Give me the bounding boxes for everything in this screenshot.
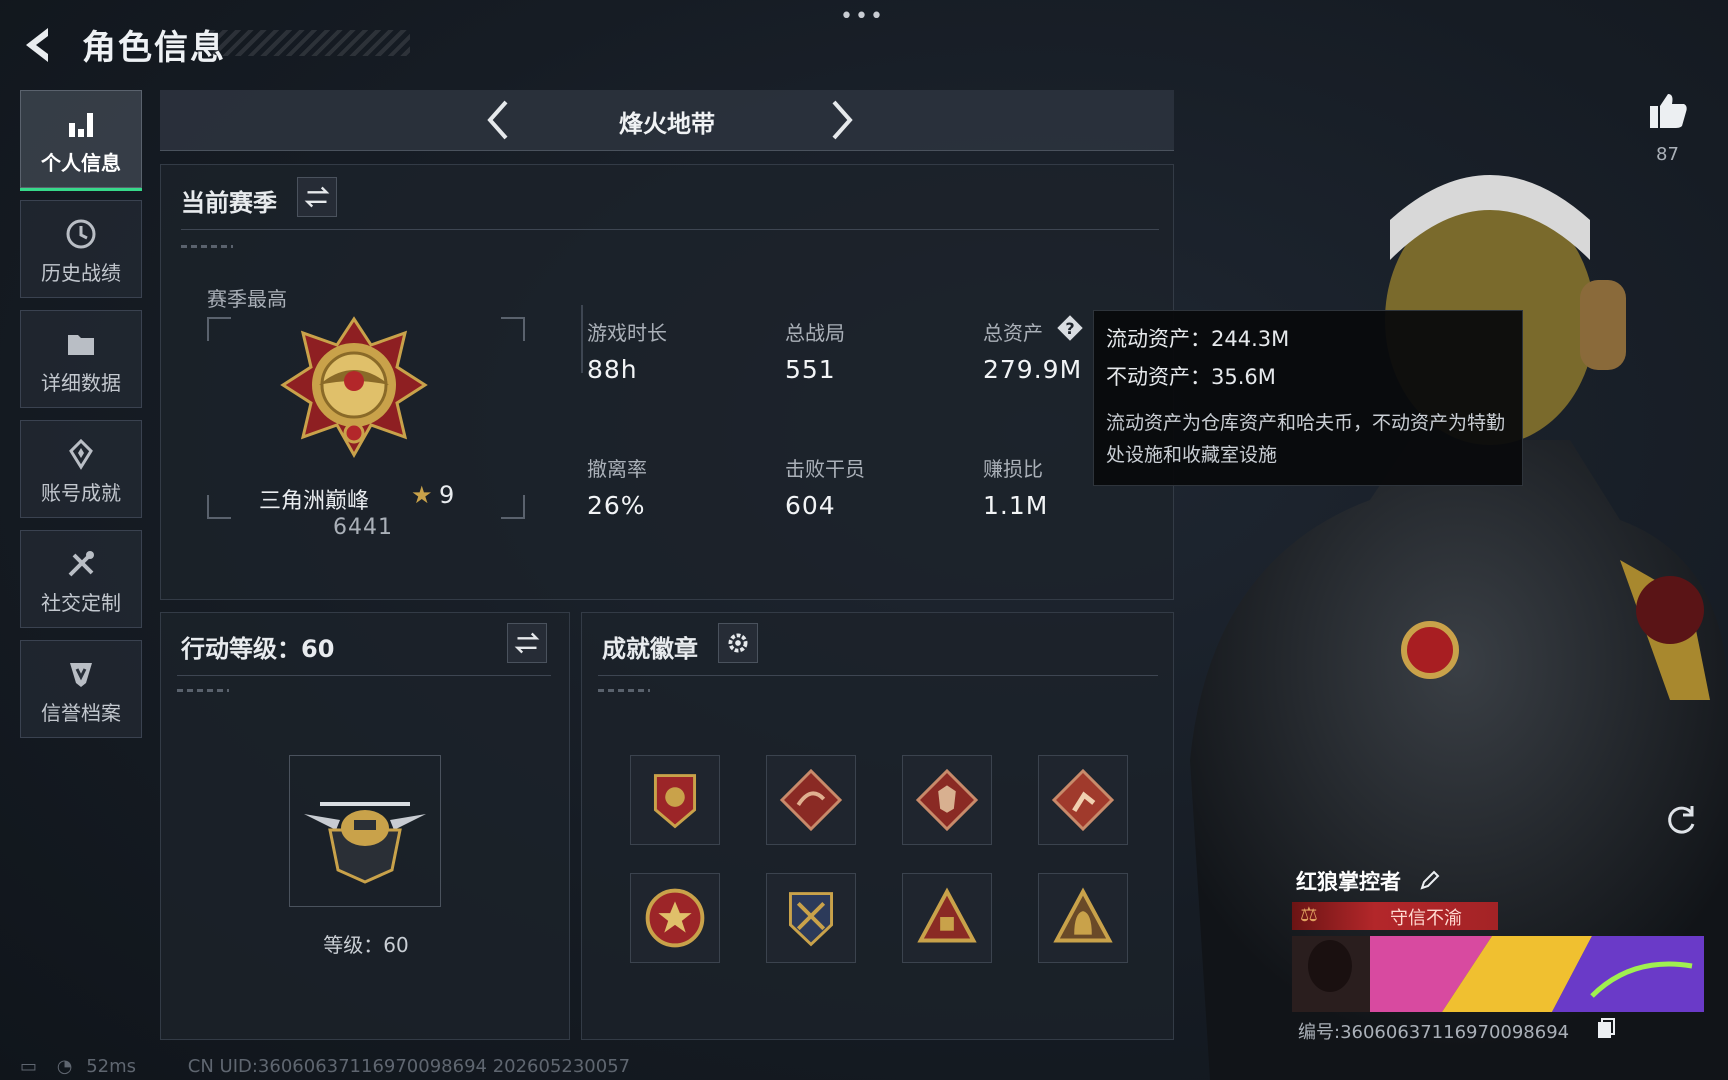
- rotate-icon[interactable]: [1662, 800, 1700, 838]
- sidebar-item-history[interactable]: 历史战绩: [20, 200, 142, 298]
- uid-text: CN UID:3606063711697009869​4 20260523005…: [187, 1056, 631, 1077]
- level-emblem-frame: [289, 755, 441, 907]
- rank-stars: 9: [439, 481, 455, 509]
- scale-icon: ⚖: [1300, 902, 1318, 926]
- season-best-label: 赛季最高: [207, 287, 287, 311]
- stat-label: 赚损比: [983, 457, 1043, 481]
- frame-corner: [207, 317, 231, 341]
- liquid-assets: 流动资产：244.3M: [1106, 327, 1290, 351]
- swap-season-button[interactable]: [297, 177, 337, 217]
- player-banner-image[interactable]: [1292, 936, 1704, 1012]
- badge-eagle-shield[interactable]: [630, 755, 720, 845]
- divider: [581, 305, 583, 373]
- more-options-icon[interactable]: •••: [840, 4, 885, 29]
- stat-label: 总战局: [785, 321, 845, 345]
- divider-dash: [598, 689, 650, 692]
- history-icon: [66, 219, 96, 249]
- mode-title: 烽火地带: [619, 110, 715, 138]
- stat-label: 总资产: [983, 321, 1043, 345]
- like-count: 87: [1656, 144, 1679, 165]
- tools-icon: [68, 551, 94, 577]
- sidebar-item-personal-info[interactable]: 个人信息: [20, 90, 142, 191]
- helicopter-emblem-icon: [304, 802, 426, 884]
- stat-value: 26%: [587, 491, 646, 520]
- sidebar-item-credit-record[interactable]: 信誉档案: [20, 640, 142, 738]
- season-panel: 当前赛季 赛季最高 三角洲巅峰 ★ 9 6441 游戏时长 88h 总战局 55…: [160, 164, 1174, 600]
- title-badge-text: 守信不渝: [1390, 908, 1462, 929]
- swap-level-button[interactable]: [507, 623, 547, 663]
- gear-icon[interactable]: [718, 623, 758, 663]
- sidebar-item-label: 账号成就: [41, 481, 121, 505]
- fixed-assets: 不动资产：35.6M: [1106, 365, 1276, 389]
- sidebar-item-label: 信誉档案: [41, 701, 121, 725]
- sidebar-item-label: 详细数据: [41, 371, 121, 395]
- badge-wolf[interactable]: [902, 755, 992, 845]
- edit-pencil-icon[interactable]: [1418, 868, 1442, 892]
- player-id: 编号:360606371169700986​94: [1298, 1022, 1570, 1043]
- sidebar-item-social-custom[interactable]: 社交定制: [20, 530, 142, 628]
- stat-value: 279.9M: [983, 355, 1083, 384]
- sidebar-item-label: 个人信息: [41, 151, 121, 175]
- badges-title: 成就徽章: [602, 635, 698, 663]
- badge-crossed-shield[interactable]: [766, 873, 856, 963]
- copy-icon[interactable]: [1596, 1018, 1616, 1040]
- divider: [177, 675, 551, 676]
- page-title: 角色信息: [82, 28, 226, 68]
- status-bar: ▭ ◔ 52ms CN UID:3606063711697009869​4 20…: [20, 1056, 630, 1077]
- divider: [181, 229, 1159, 230]
- achievement-badges-panel: 成就徽章: [581, 612, 1174, 1040]
- chevron-right-icon[interactable]: [820, 98, 860, 142]
- sidebar-item-detailed-data[interactable]: 详细数据: [20, 310, 142, 408]
- badge-bag[interactable]: [1038, 873, 1128, 963]
- wifi-icon: ◔: [56, 1056, 73, 1077]
- badge-dragon[interactable]: [766, 755, 856, 845]
- frame-corner: [501, 495, 525, 519]
- stat-label: 游戏时长: [587, 321, 667, 345]
- assets-description: 流动资产为仓库资产和哈夫币，不动资产为特勤处设施和收藏室设施: [1106, 412, 1506, 466]
- stat-value: 1.1M: [983, 491, 1049, 520]
- player-name: 红狼掌控者: [1296, 870, 1401, 894]
- action-level-panel: 行动等级：60 等级：60: [160, 612, 570, 1040]
- back-arrow-icon[interactable]: [18, 22, 58, 68]
- sidebar-item-label: 社交定制: [41, 591, 121, 615]
- badge-pyramid[interactable]: [902, 873, 992, 963]
- battery-icon: ▭: [20, 1056, 38, 1077]
- top-bar: 角色信息 •••: [0, 0, 1728, 90]
- badge-star-medal[interactable]: [630, 873, 720, 963]
- divider: [598, 675, 1158, 676]
- badge-runner[interactable]: [1038, 755, 1128, 845]
- stat-value: 551: [785, 355, 836, 384]
- sidebar-item-label: 历史战绩: [41, 261, 121, 285]
- ping-value: 52ms: [86, 1056, 137, 1077]
- star-icon: ★: [411, 481, 433, 509]
- stat-label: 击败干员: [785, 457, 865, 481]
- credit-shield-icon: [70, 663, 92, 687]
- sidebar-item-achievements[interactable]: 账号成就: [20, 420, 142, 518]
- achievement-icon: [69, 438, 93, 470]
- mode-selector: 烽火地带: [160, 90, 1174, 151]
- divider-dash: [177, 689, 229, 692]
- frame-corner: [207, 495, 231, 519]
- frame-corner: [501, 317, 525, 341]
- rank-emblem-icon: [280, 316, 428, 459]
- rank-score: 6441: [333, 515, 393, 540]
- rank-name: 三角洲巅峰: [259, 489, 370, 514]
- help-icon[interactable]: ?: [1055, 313, 1085, 343]
- stat-value: 604: [785, 491, 836, 520]
- svg-text:?: ?: [1065, 319, 1074, 338]
- folder-icon: [68, 335, 94, 355]
- assets-tooltip: 流动资产：244.3M 不动资产：35.6M 流动资产为仓库资产和哈夫币，不动资…: [1093, 310, 1523, 486]
- level-caption: 等级：60: [323, 933, 409, 957]
- title-decoration: [210, 30, 410, 56]
- thumbs-up-icon[interactable]: [1646, 88, 1690, 132]
- bar-chart-icon: [69, 113, 93, 137]
- stat-value: 88h: [587, 355, 638, 384]
- level-title: 行动等级：60: [181, 635, 335, 663]
- stat-label: 撤离率: [587, 457, 647, 481]
- season-title: 当前赛季: [181, 189, 277, 217]
- divider-dash: [181, 245, 233, 248]
